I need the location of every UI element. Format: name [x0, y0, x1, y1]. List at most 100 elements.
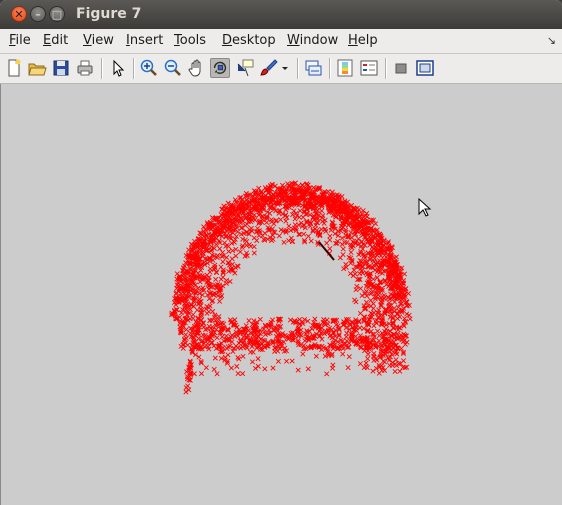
menu-desktop[interactable]: Desktop — [222, 33, 276, 48]
menu-file[interactable]: File — [9, 33, 31, 48]
scatter-marker — [379, 363, 385, 369]
brush-dropdown-icon[interactable] — [279, 58, 291, 78]
marker-group — [169, 180, 413, 395]
scatter-marker — [344, 330, 350, 336]
toolbar-separator — [385, 58, 387, 79]
scatter-marker — [237, 249, 243, 255]
link-plot-icon[interactable] — [303, 58, 323, 78]
toolbar-separator — [297, 58, 299, 79]
zoom-out-icon[interactable] — [163, 58, 183, 78]
menu-bar: File Edit View Insert Tools Desktop Wind… — [0, 29, 562, 54]
scatter-marker — [407, 316, 413, 322]
figure-toolbar — [0, 54, 562, 84]
scatter-marker — [278, 217, 284, 223]
title-bar[interactable]: ✕ – □ Figure 7 — [0, 0, 562, 29]
maximize-button[interactable]: □ — [49, 6, 65, 22]
scatter-marker — [370, 305, 376, 311]
scatter-marker — [373, 319, 379, 325]
save-icon[interactable] — [51, 58, 71, 78]
menu-tools[interactable]: Tools — [174, 33, 206, 48]
scatter-marker — [357, 361, 363, 367]
scatter-marker — [234, 363, 240, 369]
scatter-marker — [186, 387, 192, 393]
scatter-marker — [233, 253, 239, 259]
close-button[interactable]: ✕ — [11, 6, 27, 22]
scatter-marker — [313, 353, 319, 359]
scatter-marker — [281, 239, 287, 245]
scatter-marker — [270, 232, 276, 238]
scatter-marker — [286, 223, 292, 229]
menu-view[interactable]: View — [83, 33, 114, 48]
scatter-marker — [350, 273, 356, 279]
brush-icon[interactable] — [259, 58, 279, 78]
scatter-marker — [353, 299, 359, 305]
rotate-3d-icon — [213, 61, 227, 74]
scatter-marker — [357, 325, 363, 331]
insert-colorbar-icon[interactable] — [335, 58, 355, 78]
scatter-marker — [397, 368, 403, 374]
scatter-marker — [256, 185, 262, 191]
window-title: Figure 7 — [76, 6, 142, 22]
scatter-marker — [178, 343, 184, 349]
scatter-marker — [363, 288, 370, 294]
data-cursor-icon[interactable] — [235, 58, 255, 78]
rotate-3d-button[interactable] — [210, 58, 230, 78]
scatter-marker — [198, 306, 204, 312]
scatter-marker — [337, 255, 343, 261]
new-figure-icon[interactable] — [4, 58, 24, 78]
scatter-marker — [262, 230, 268, 236]
figure-window: ✕ – □ Figure 7 File Edit View Insert Too… — [0, 0, 562, 505]
scatter-marker — [370, 276, 376, 282]
scatter-marker — [355, 236, 361, 242]
dock-figure-icon[interactable]: ↘ — [547, 34, 556, 47]
show-plot-tools-icon[interactable] — [415, 58, 435, 78]
scatter-marker — [185, 383, 191, 389]
scatter-marker — [376, 338, 382, 344]
print-icon[interactable] — [75, 58, 95, 78]
figure-canvas[interactable] — [0, 84, 562, 505]
menu-edit[interactable]: Edit — [43, 33, 68, 48]
scatter-marker — [229, 256, 235, 262]
scatter-plot-3d[interactable] — [1, 84, 562, 505]
insert-legend-icon[interactable] — [359, 58, 379, 78]
scatter-marker — [232, 317, 238, 323]
scatter-marker — [213, 269, 219, 275]
open-file-icon[interactable] — [27, 58, 47, 78]
pan-hand-icon[interactable] — [187, 58, 207, 78]
scatter-marker — [249, 359, 255, 365]
menu-window[interactable]: Window — [287, 33, 338, 48]
scatter-marker — [262, 366, 268, 372]
scatter-marker — [289, 358, 295, 364]
hide-plot-tools-icon[interactable] — [391, 58, 411, 78]
scatter-marker — [359, 293, 365, 299]
scatter-marker — [222, 240, 228, 246]
scatter-marker — [382, 359, 388, 365]
scatter-marker — [222, 354, 228, 360]
menu-help[interactable]: Help — [348, 33, 378, 48]
scatter-marker — [252, 365, 259, 371]
scatter-marker — [183, 389, 189, 395]
scatter-marker — [368, 297, 374, 303]
scatter-marker — [239, 244, 245, 250]
scatter-marker — [324, 371, 330, 377]
scatter-marker — [312, 316, 318, 322]
edit-plot-pointer-icon[interactable] — [108, 58, 128, 78]
scatter-marker — [395, 315, 401, 322]
scatter-marker — [376, 333, 382, 339]
scatter-marker — [251, 250, 257, 256]
scatter-marker — [174, 271, 180, 277]
scatter-marker — [346, 340, 352, 346]
scatter-marker — [327, 237, 333, 243]
scatter-marker — [284, 358, 290, 364]
scatter-marker — [393, 357, 399, 363]
scatter-marker — [345, 365, 351, 371]
scatter-marker — [219, 334, 225, 340]
scatter-marker — [297, 208, 303, 214]
menu-insert[interactable]: Insert — [126, 33, 163, 48]
scatter-marker — [371, 323, 377, 329]
zoom-in-icon[interactable] — [139, 58, 159, 78]
scatter-marker — [374, 275, 380, 281]
scatter-marker — [339, 241, 345, 247]
minimize-button[interactable]: – — [30, 6, 46, 22]
scatter-marker — [212, 355, 218, 361]
